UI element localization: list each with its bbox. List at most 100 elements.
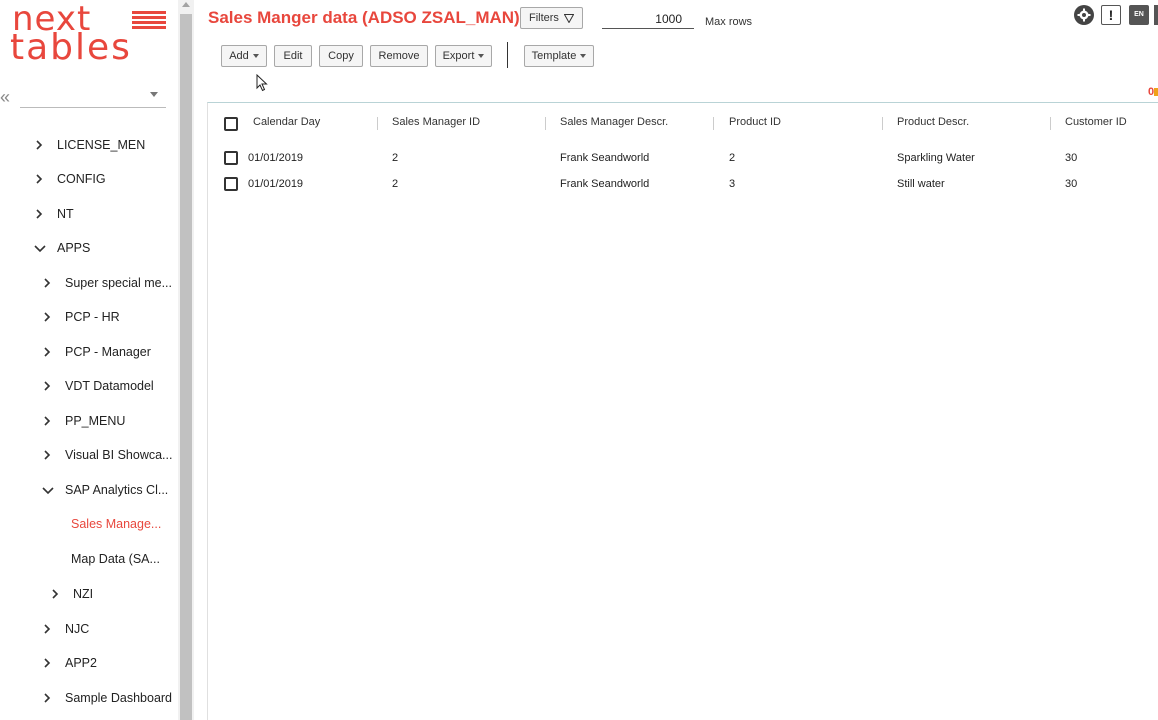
toolbar-divider xyxy=(507,42,508,68)
language-badge[interactable]: EN xyxy=(1129,5,1149,25)
template-button-label: Template xyxy=(531,50,577,62)
sidebar-item-label: NJC xyxy=(65,622,90,636)
sidebar-item-app2[interactable]: APP2 xyxy=(40,651,175,675)
table-cell: 2 xyxy=(729,152,736,164)
logo-table-icon xyxy=(132,11,166,29)
sidebar-item-nt[interactable]: NT xyxy=(32,202,172,226)
scroll-up-arrow-icon[interactable] xyxy=(182,2,190,7)
column-header-sales-manager-id[interactable]: Sales Manager ID xyxy=(392,116,480,128)
sidebar-item-label: Sales Manage... xyxy=(71,517,162,531)
chevron-right-icon xyxy=(40,305,54,329)
column-header-calendar-day[interactable]: Calendar Day xyxy=(253,116,320,128)
sidebar-item-label: PP_MENU xyxy=(65,414,126,428)
sidebar-item-nzi[interactable]: NZI xyxy=(48,582,168,606)
chevron-down-icon xyxy=(150,92,158,97)
select-all-checkbox[interactable] xyxy=(224,117,238,131)
sidebar-item-sales-manager[interactable]: Sales Manage... xyxy=(71,512,175,536)
caret-down-icon xyxy=(252,54,259,59)
table-cell: Frank Seandworld xyxy=(560,178,650,190)
column-divider[interactable] xyxy=(882,117,883,130)
table-cell: Frank Seandworld xyxy=(560,152,650,164)
add-button[interactable]: Add xyxy=(221,45,267,67)
sidebar-item-njc[interactable]: NJC xyxy=(40,617,175,641)
app-selector[interactable] xyxy=(20,84,166,108)
chevron-right-icon xyxy=(40,271,54,295)
table-cell: 30 xyxy=(1065,178,1078,190)
sidebar-item-config[interactable]: CONFIG xyxy=(32,167,172,191)
sidebar-item-label: NT xyxy=(57,207,74,221)
column-header-sales-manager-descr[interactable]: Sales Manager Descr. xyxy=(560,116,668,128)
table-cell: 01/01/2019 xyxy=(248,178,304,190)
chevron-right-icon xyxy=(40,340,54,364)
alert-icon[interactable]: ! xyxy=(1101,5,1121,25)
sidebar-item-apps[interactable]: APPS xyxy=(32,236,172,260)
sidebar-item-map-data[interactable]: Map Data (SA... xyxy=(71,547,175,571)
copy-button-label: Copy xyxy=(328,50,354,62)
sidebar-item-label: Sample Dashboard xyxy=(65,691,173,705)
caret-down-icon xyxy=(478,54,485,59)
sidebar-item-vdt-datamodel[interactable]: VDT Datamodel xyxy=(40,374,175,398)
chevron-right-icon xyxy=(40,443,54,467)
sidebar-item-pp-menu[interactable]: PP_MENU xyxy=(40,409,175,433)
sidebar-item-label: Visual BI Showca... xyxy=(65,448,173,462)
sidebar-item-pcp-manager[interactable]: PCP - Manager xyxy=(40,340,175,364)
logo-line2: tables xyxy=(10,27,132,68)
sidebar-item-label: Map Data (SA... xyxy=(71,552,160,566)
chevron-down-icon xyxy=(32,236,46,260)
sidebar-item-visual-bi[interactable]: Visual BI Showca... xyxy=(40,443,175,467)
sidebar-scrollbar-thumb[interactable] xyxy=(180,14,192,720)
sidebar-item-label: CONFIG xyxy=(57,172,106,186)
add-button-label: Add xyxy=(229,50,249,62)
sidebar-item-license-men[interactable]: LICENSE_MEN xyxy=(32,133,172,157)
filters-button[interactable]: Filters xyxy=(520,7,583,29)
user-icon[interactable] xyxy=(1154,5,1158,25)
sidebar-item-label: PCP - Manager xyxy=(65,345,151,359)
sidebar-item-sample-dashboard[interactable]: Sample Dashboard xyxy=(40,686,175,710)
sidebar-item-label: APP2 xyxy=(65,656,97,670)
remove-button[interactable]: Remove xyxy=(370,45,428,67)
collapse-sidebar-icon[interactable]: « xyxy=(0,88,16,106)
chevron-right-icon xyxy=(40,651,54,675)
column-header-product-descr[interactable]: Product Descr. xyxy=(897,116,969,128)
column-divider[interactable] xyxy=(545,117,546,130)
table-cell: 3 xyxy=(729,178,736,190)
export-button[interactable]: Export xyxy=(435,45,492,67)
column-divider[interactable] xyxy=(377,117,378,130)
chevron-down-icon xyxy=(40,478,54,502)
table-cell: Still water xyxy=(897,178,945,190)
page-title: Sales Manger data (ADSO ZSAL_MAN) xyxy=(208,8,520,27)
filter-icon xyxy=(563,13,575,24)
settings-gear-icon[interactable] xyxy=(1074,5,1094,25)
column-divider[interactable] xyxy=(713,117,714,130)
sidebar-item-sap-analytics[interactable]: SAP Analytics Cl... xyxy=(40,478,175,502)
chevron-right-icon xyxy=(32,133,46,157)
edit-button[interactable]: Edit xyxy=(274,45,312,67)
sidebar-item-label: SAP Analytics Cl... xyxy=(65,483,169,497)
table-cell: 30 xyxy=(1065,152,1078,164)
max-rows-input[interactable] xyxy=(602,9,694,29)
nexttables-logo[interactable]: next tables xyxy=(8,2,168,68)
chevron-right-icon xyxy=(48,582,62,606)
column-header-customer-id[interactable]: Customer ID xyxy=(1065,116,1127,128)
chevron-right-icon xyxy=(40,409,54,433)
sidebar-item-pcp-hr[interactable]: PCP - HR xyxy=(40,305,175,329)
export-button-label: Export xyxy=(442,50,475,62)
remove-button-label: Remove xyxy=(378,50,420,62)
table-cell: 2 xyxy=(392,152,399,164)
table-cell: Sparkling Water xyxy=(897,152,975,164)
row-checkbox[interactable] xyxy=(224,177,238,191)
chevron-right-icon xyxy=(40,617,54,641)
sidebar-item-label: NZI xyxy=(73,587,94,601)
column-divider[interactable] xyxy=(1050,117,1051,130)
status-indicator xyxy=(1154,88,1158,96)
sidebar-item-super-special[interactable]: Super special me... xyxy=(40,271,175,295)
data-table xyxy=(207,102,1158,720)
column-header-product-id[interactable]: Product ID xyxy=(729,116,781,128)
filters-button-label: Filters xyxy=(528,12,559,24)
row-checkbox[interactable] xyxy=(224,151,238,165)
chevron-right-icon xyxy=(40,686,54,710)
copy-button[interactable]: Copy xyxy=(319,45,363,67)
template-button[interactable]: Template xyxy=(524,45,594,67)
sidebar-item-label: PCP - HR xyxy=(65,310,120,324)
table-cell: 2 xyxy=(392,178,399,190)
